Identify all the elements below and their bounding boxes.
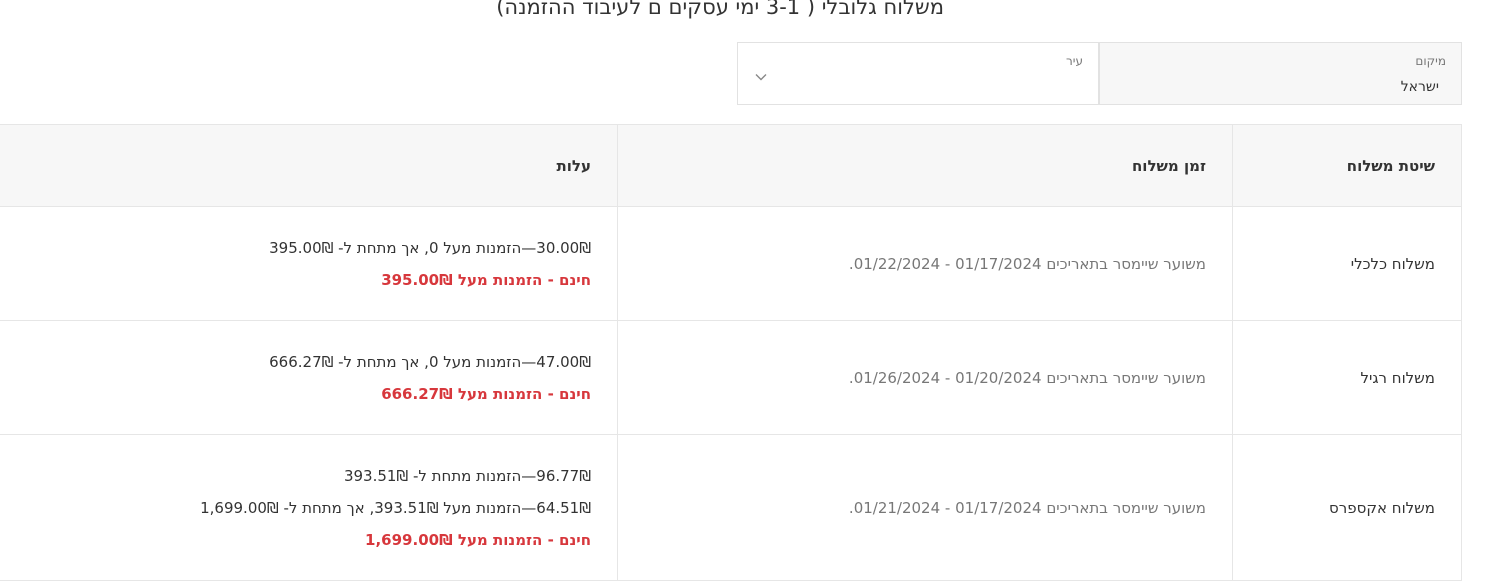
table-row: משלוח כלכלי משוער שיימסר בתאריכים 01/17/… bbox=[0, 206, 1462, 321]
country-label: מיקום bbox=[1415, 54, 1446, 68]
cost-tier: 64.51₪—הזמנות מעל 393.51₪, אך מתחת ל- 1,… bbox=[200, 498, 591, 517]
chevron-down-icon[interactable] bbox=[754, 70, 768, 84]
city-label: עיר bbox=[1066, 54, 1083, 68]
page-title: משלוח גלובלי ( 3-1 ימי עסקים ם לעיבוד הה… bbox=[496, 0, 944, 19]
cost-tier: 96.77₪—הזמנות מתחת ל- 393.51₪ bbox=[343, 466, 591, 485]
shipping-method: משלוח אקספרס bbox=[1232, 434, 1462, 581]
table-row: משלוח רגיל משוער שיימסר בתאריכים 01/20/2… bbox=[0, 320, 1462, 435]
country-select[interactable]: מיקום ישראל bbox=[1099, 42, 1462, 105]
city-select[interactable]: עיר bbox=[737, 42, 1099, 105]
free-shipping-tier: חינם - הזמנות מעל 666.27₪ bbox=[381, 384, 591, 403]
cost-cell: 47.00₪—הזמנות מעל 0, אך מתחת ל- 666.27₪ … bbox=[0, 320, 618, 435]
header-cost: עלות bbox=[0, 124, 618, 207]
free-shipping-tier: חינם - הזמנות מעל 1,699.00₪ bbox=[365, 530, 591, 549]
shipping-table: שיטת משלוח זמן משלוח עלות משלוח כלכלי מש… bbox=[0, 124, 1462, 581]
cost-tier: 47.00₪—הזמנות מעל 0, אך מתחת ל- 666.27₪ bbox=[269, 352, 591, 371]
shipping-info-page: משלוח גלובלי ( 3-1 ימי עסקים ם לעיבוד הה… bbox=[0, 0, 1488, 584]
shipping-method: משלוח רגיל bbox=[1232, 320, 1462, 435]
shipping-method: משלוח כלכלי bbox=[1232, 206, 1462, 321]
delivery-time: משוער שיימסר בתאריכים 01/17/2024 - 01/21… bbox=[617, 434, 1233, 581]
free-shipping-tier: חינם - הזמנות מעל 395.00₪ bbox=[381, 270, 591, 289]
header-method: שיטת משלוח bbox=[1232, 124, 1462, 207]
delivery-time: משוער שיימסר בתאריכים 01/20/2024 - 01/26… bbox=[617, 320, 1233, 435]
country-value: ישראל bbox=[1400, 79, 1439, 95]
delivery-time: משוער שיימסר בתאריכים 01/17/2024 - 01/22… bbox=[617, 206, 1233, 321]
cost-cell: 30.00₪—הזמנות מעל 0, אך מתחת ל- 395.00₪ … bbox=[0, 206, 618, 321]
cost-cell: 96.77₪—הזמנות מתחת ל- 393.51₪ 64.51₪—הזמ… bbox=[0, 434, 618, 581]
cost-tier: 30.00₪—הזמנות מעל 0, אך מתחת ל- 395.00₪ bbox=[269, 238, 591, 257]
table-header-row: שיטת משלוח זמן משלוח עלות bbox=[0, 124, 1462, 207]
header-time: זמן משלוח bbox=[617, 124, 1233, 207]
table-row: משלוח אקספרס משוער שיימסר בתאריכים 01/17… bbox=[0, 434, 1462, 581]
